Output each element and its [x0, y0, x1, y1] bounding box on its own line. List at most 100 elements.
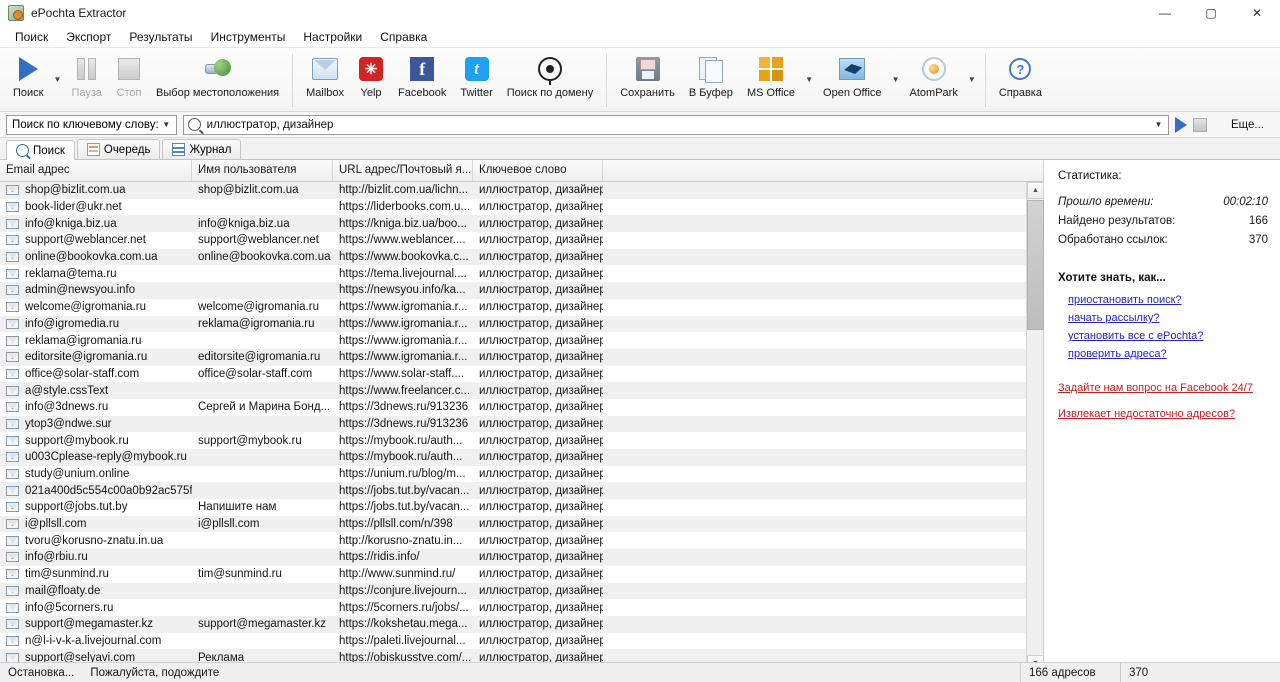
toolbar-button-choose-location[interactable]: Выбор местоположения	[149, 50, 286, 101]
table-row[interactable]: u003Cplease-reply@mybook.ruhttps://myboo…	[0, 449, 1043, 466]
table-row[interactable]: info@kniga.biz.uainfo@kniga.biz.uahttps:…	[0, 215, 1043, 232]
toolbar-button-open-office[interactable]: Open Office	[816, 50, 889, 101]
table-row[interactable]: admin@newsyou.infohttps://newsyou.info/k…	[0, 282, 1043, 299]
cell-email-text: welcome@igromania.ru	[25, 301, 146, 313]
toolbar-button-search[interactable]: Поиск	[6, 50, 50, 101]
tab-journal-label: Журнал	[189, 144, 231, 156]
close-button[interactable]: ✕	[1234, 0, 1280, 26]
support-link-facebook[interactable]: Задайте нам вопрос на Facebook 24/7	[1058, 382, 1268, 394]
table-row[interactable]: support@mybook.rusupport@mybook.ruhttps:…	[0, 432, 1043, 449]
open-office-dropdown-caret-icon[interactable]: ▼	[889, 75, 903, 86]
atompark-dropdown-caret-icon[interactable]: ▼	[965, 75, 979, 86]
table-row[interactable]: online@bookovka.com.uaonline@bookovka.co…	[0, 249, 1043, 266]
toolbar-button-twitter[interactable]: t Twitter	[453, 50, 499, 101]
help-link-install-all[interactable]: установить все с ePochta?	[1068, 330, 1268, 342]
tab-search[interactable]: Поиск	[6, 140, 75, 160]
cell-username: support@megamaster.kz	[192, 618, 333, 630]
menu-item-help[interactable]: Справка	[371, 28, 436, 46]
results-scrollbar[interactable]: ▲ ▼	[1026, 182, 1043, 672]
table-row[interactable]: welcome@igromania.ruwelcome@igromania.ru…	[0, 299, 1043, 316]
stop-icon	[118, 54, 140, 84]
table-row[interactable]: 021a400d5c554c00a0b92ac575f...https://jo…	[0, 482, 1043, 499]
search-tab-icon	[16, 144, 29, 157]
maximize-button[interactable]: ▢	[1188, 0, 1234, 26]
toolbar-button-stop[interactable]: Стоп	[109, 50, 149, 101]
toolbar-button-yelp[interactable]: ✳ Yelp	[351, 50, 391, 101]
cell-email: support@jobs.tut.by	[0, 501, 192, 513]
table-row[interactable]: reklama@tema.ruhttps://tema.livejournal.…	[0, 265, 1043, 282]
table-row[interactable]: shop@bizlit.com.uashop@bizlit.com.uahttp…	[0, 182, 1043, 199]
table-row[interactable]: support@weblancer.netsupport@weblancer.n…	[0, 232, 1043, 249]
table-row[interactable]: info@igromedia.rureklama@igromania.ruhtt…	[0, 316, 1043, 333]
toolbar-button-help[interactable]: ? Справка	[992, 50, 1049, 101]
toolbar-button-pause[interactable]: Пауза	[64, 50, 109, 101]
column-header-url[interactable]: URL адрес/Почтовый я...	[333, 160, 473, 181]
toolbar-label-facebook: Facebook	[398, 87, 446, 99]
help-link-verify-addresses[interactable]: проверить адреса?	[1068, 348, 1268, 360]
menu-item-settings[interactable]: Настройки	[294, 28, 371, 46]
toolbar-label-atompark: AtomPark	[910, 87, 958, 99]
cell-username: office@solar-staff.com	[192, 368, 333, 380]
toolbar-button-mailbox[interactable]: Mailbox	[299, 50, 351, 101]
table-row[interactable]: support@megamaster.kzsupport@megamaster.…	[0, 616, 1043, 633]
envelope-icon	[6, 536, 19, 546]
cell-email: welcome@igromania.ru	[0, 301, 192, 313]
search-stop-button[interactable]	[1193, 118, 1207, 132]
toolbar-label-save: Сохранить	[620, 87, 675, 99]
table-row[interactable]: tim@sunmind.rutim@sunmind.ruhttp://www.s…	[0, 566, 1043, 583]
column-header-keyword[interactable]: Ключевое слово	[473, 160, 603, 181]
table-row[interactable]: i@pllsll.comi@pllsll.comhttps://pllsll.c…	[0, 516, 1043, 533]
toolbar-button-atompark[interactable]: AtomPark	[903, 50, 965, 101]
menu-item-results[interactable]: Результаты	[120, 28, 201, 46]
cell-url: https://www.igromania.r...	[333, 301, 473, 313]
search-mode-select[interactable]: Поиск по ключевому слову: ▼	[6, 115, 177, 135]
cell-url: https://www.igromania.r...	[333, 335, 473, 347]
menu-item-export[interactable]: Экспорт	[57, 28, 120, 46]
table-row[interactable]: tvoru@korusno-znatu.in.uahttp://korusno-…	[0, 532, 1043, 549]
table-row[interactable]: info@rbiu.ruhttps://ridis.info/иллюстрат…	[0, 549, 1043, 566]
support-link-not-enough-addresses[interactable]: Извлекает недостаточно адресов?	[1058, 408, 1268, 420]
toolbar-label-domain-search: Поиск по домену	[507, 87, 593, 99]
column-header-email[interactable]: Email адрес	[0, 160, 192, 181]
cell-email-text: i@pllsll.com	[25, 518, 87, 530]
search-start-button[interactable]	[1175, 117, 1187, 133]
tab-journal[interactable]: Журнал	[162, 139, 241, 159]
table-row[interactable]: n@l-i-v-k-a.livejournal.comhttps://palet…	[0, 633, 1043, 650]
table-row[interactable]: info@5corners.ruhttps://5corners.ru/jobs…	[0, 599, 1043, 616]
toolbar-label-yelp: Yelp	[361, 87, 382, 99]
envelope-icon	[6, 235, 19, 245]
table-row[interactable]: mail@floaty.dehttps://conjure.livejourn.…	[0, 583, 1043, 600]
results-grid-body[interactable]: shop@bizlit.com.uashop@bizlit.com.uahttp…	[0, 182, 1043, 672]
scroll-up-button[interactable]: ▲	[1027, 182, 1044, 199]
tab-queue[interactable]: Очередь	[77, 139, 161, 159]
table-row[interactable]: ytop3@ndwe.surhttps://3dnews.ru/913236ил…	[0, 416, 1043, 433]
menu-item-search[interactable]: Поиск	[6, 28, 57, 46]
search-history-chevron-down-icon[interactable]: ▼	[1151, 120, 1166, 129]
toolbar-button-facebook[interactable]: f Facebook	[391, 50, 453, 101]
stat-row-links-processed: Обработано ссылок: 370	[1058, 234, 1268, 246]
table-row[interactable]: editorsite@igromania.rueditorsite@igroma…	[0, 349, 1043, 366]
table-row[interactable]: reklama@igromania.ruhttps://www.igromani…	[0, 332, 1043, 349]
table-row[interactable]: a@style.cssTexthttps://www.freelancer.c.…	[0, 382, 1043, 399]
help-link-pause-search[interactable]: приостановить поиск?	[1068, 294, 1268, 306]
ms-office-dropdown-caret-icon[interactable]: ▼	[802, 75, 816, 86]
column-header-username[interactable]: Имя пользователя	[192, 160, 333, 181]
search-input[interactable]: иллюстратор, дизайнер ▼	[183, 115, 1169, 135]
help-link-start-mailing[interactable]: начать рассылку?	[1068, 312, 1268, 324]
target-icon	[538, 54, 562, 84]
table-row[interactable]: support@jobs.tut.byНапишите намhttps://j…	[0, 499, 1043, 516]
more-options-button[interactable]: Еще...	[1213, 119, 1274, 131]
search-dropdown-caret-icon[interactable]: ▼	[50, 75, 64, 86]
scrollbar-thumb[interactable]	[1027, 200, 1044, 330]
toolbar-button-ms-office[interactable]: MS Office	[740, 50, 802, 101]
menu-item-tools[interactable]: Инструменты	[202, 28, 295, 46]
table-row[interactable]: study@unium.onlinehttps://unium.ru/blog/…	[0, 466, 1043, 483]
minimize-button[interactable]: —	[1142, 0, 1188, 26]
toolbar-button-domain-search[interactable]: Поиск по домену	[500, 50, 600, 101]
toolbar-button-save[interactable]: Сохранить	[613, 50, 682, 101]
table-row[interactable]: book-lider@ukr.nethttps://liderbooks.com…	[0, 199, 1043, 216]
table-row[interactable]: info@3dnews.ruСергей и Марина Бонд...htt…	[0, 399, 1043, 416]
envelope-icon	[6, 502, 19, 512]
table-row[interactable]: office@solar-staff.comoffice@solar-staff…	[0, 366, 1043, 383]
toolbar-button-clipboard[interactable]: В Буфер	[682, 50, 740, 101]
